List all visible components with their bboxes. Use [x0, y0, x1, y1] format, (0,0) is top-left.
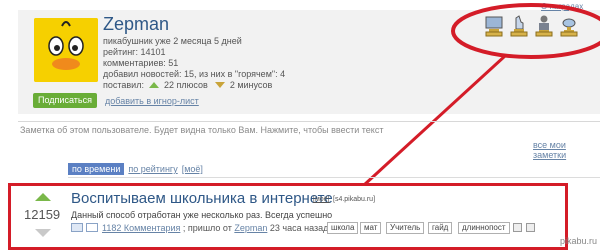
username: Zepman	[103, 14, 170, 34]
trophy-person-icon[interactable]	[534, 14, 554, 40]
votes-label: поставил:	[103, 80, 144, 90]
plus-count: 22 плюсов	[164, 80, 208, 90]
votes-stat: поставил: 22 плюсов 2 минусов	[103, 80, 272, 90]
tag-item[interactable]: мат	[360, 222, 382, 234]
plus-icon	[149, 82, 160, 88]
comments-link[interactable]: 1182 Комментария	[102, 223, 180, 233]
site-watermark: pikabu.ru	[560, 236, 598, 246]
tag-item[interactable]: Учитель	[386, 222, 425, 234]
expand-icon[interactable]	[86, 223, 98, 232]
subscribe-button[interactable]: Подписаться	[33, 93, 97, 108]
vote-down-icon[interactable]	[35, 229, 51, 237]
duck-avatar-icon	[34, 18, 98, 82]
news-stat: добавил новостей: 15, из них в "горячем"…	[103, 69, 286, 79]
sort-tabs: по времени по рейтингу [моё]	[68, 163, 203, 175]
tag-item[interactable]: гайд	[428, 222, 453, 234]
tab-by-time[interactable]: по времени	[68, 163, 125, 175]
divider	[18, 121, 600, 122]
trophy-hand-icon[interactable]	[509, 14, 529, 40]
vote-up-icon[interactable]	[35, 193, 51, 201]
comments-stat: комментариев: 51	[103, 58, 179, 68]
save-icon[interactable]	[513, 223, 522, 232]
post-source: [s4.pikabu.ru]	[333, 196, 376, 203]
posted-prefix: ; пришло от	[182, 223, 232, 233]
all-my-notes-link[interactable]: все мои заметки	[533, 140, 600, 160]
rating-stat: рейтинг: 14101	[103, 47, 166, 57]
tab-mine[interactable]: [моё]	[182, 164, 203, 174]
avatar[interactable]	[34, 18, 98, 82]
post-time: 23 часа назад	[269, 223, 329, 233]
post-description: Данный способ отработан уже несколько ра…	[71, 210, 333, 220]
post-meta: 1182 Комментария ; пришло от Zepman 23 ч…	[102, 223, 328, 233]
add-to-ignore-link[interactable]: добавить в игнор-лист	[105, 96, 199, 106]
post-mine-tag[interactable]: [моё]	[313, 196, 330, 203]
minus-count: 2 минусов	[229, 80, 273, 90]
minus-icon	[215, 82, 226, 88]
about-awards-link[interactable]: О наградах	[541, 2, 583, 11]
post-rating: 12159	[24, 207, 61, 222]
tag-item[interactable]: школа	[327, 222, 359, 234]
account-age: пикабушник уже 2 месяца 5 дней	[103, 36, 242, 46]
author-link[interactable]: Zepman	[234, 223, 267, 233]
post-title[interactable]: Воспитываем школьника в интернете	[71, 190, 333, 207]
tabs-divider	[68, 177, 600, 178]
share-icon[interactable]	[526, 223, 535, 232]
image-icon	[71, 223, 83, 232]
trophy-dish-icon[interactable]	[559, 14, 579, 40]
trophy-computer-icon[interactable]	[484, 14, 504, 40]
user-note-field[interactable]: Заметка об этом пользователе. Будет видн…	[20, 125, 383, 135]
tab-by-rating[interactable]: по рейтингу	[128, 164, 177, 174]
tag-item[interactable]: длиннопост	[458, 222, 510, 234]
